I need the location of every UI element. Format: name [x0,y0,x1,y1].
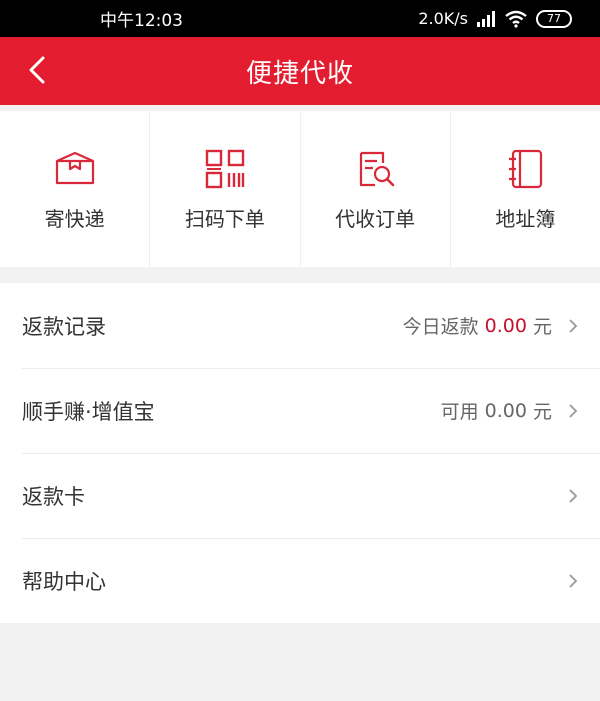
menu-item-label: 返款卡 [22,484,85,509]
qr-code-icon [205,149,245,188]
status-bar: 中午12:03 2.0K/s 77 [0,0,600,37]
menu-item-help-center[interactable]: 帮助中心 [0,538,600,623]
tile-label: 扫码下单 [184,206,265,231]
menu-item-zengzhibao[interactable]: 顺手赚·增值宝 可用 0.00 元 [0,368,600,453]
package-icon [55,151,94,184]
wifi-icon [505,10,527,28]
network-speed: 2.0K/s [418,9,468,28]
menu-list: 返款记录 今日返款 0.00 元 顺手赚·增值宝 可用 0.00 元 返款卡 帮… [0,283,600,623]
status-time: 中午12:03 [100,11,183,31]
status-indicators: 2.0K/s 77 [418,9,572,28]
tile-address-book[interactable]: 地址簿 [451,111,600,267]
tile-label: 代收订单 [335,206,416,231]
back-arrow-icon [29,56,45,84]
page-title: 便捷代收 [245,58,354,89]
chevron-right-icon [569,403,578,418]
currency-unit: 元 [532,401,552,423]
tile-collection-orders[interactable]: 代收订单 [301,111,451,267]
balance-amount: 0.00 [484,399,527,422]
chevron-right-icon [569,573,578,588]
signal-icon [477,10,495,27]
back-button[interactable] [22,55,52,85]
tile-label: 寄快递 [44,206,105,231]
app-header: 便捷代收 [0,37,600,105]
chevron-right-icon [569,318,578,333]
menu-item-refund-record[interactable]: 返款记录 今日返款 0.00 元 [0,283,600,368]
currency-unit: 元 [532,316,552,338]
menu-item-label: 帮助中心 [22,569,106,594]
shortcut-grid: 寄快递 扫码下单 代收订单 地址簿 [0,111,600,267]
tile-send-express[interactable]: 寄快递 [0,111,151,267]
chevron-right-icon [569,488,578,503]
menu-item-refund-card[interactable]: 返款卡 [0,453,600,538]
refund-amount: 0.00 [484,314,527,337]
menu-item-label: 顺手赚·增值宝 [22,399,155,424]
tile-scan-order[interactable]: 扫码下单 [150,111,301,267]
available-balance: 可用 0.00 元 [441,397,580,424]
balance-prefix: 可用 [440,401,479,423]
refund-prefix: 今日返款 [402,316,479,338]
tile-label: 地址簿 [495,206,556,231]
order-search-icon [360,151,395,186]
refund-summary: 今日返款 0.00 元 [403,312,580,339]
menu-item-label: 返款记录 [22,314,106,339]
battery-indicator: 77 [536,9,572,28]
address-book-icon [509,149,543,188]
